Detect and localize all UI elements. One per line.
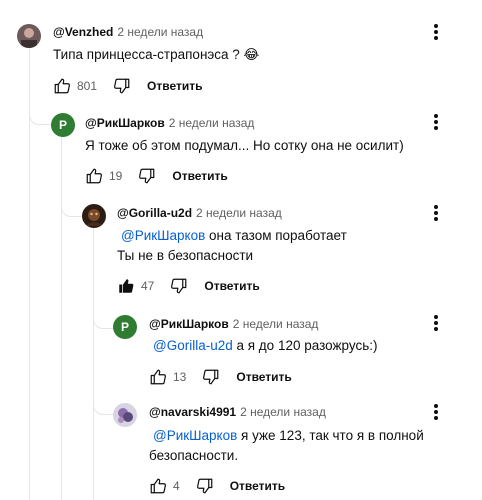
comment-text: @Gorilla-u2d а я до 120 разожрусь:) [153,336,378,356]
comment-author[interactable]: @РикШарков [149,317,229,331]
comment-time[interactable]: 2 недели назад [169,116,255,130]
comment-text-line: Типа принцесса-страпонэса ? 😂 [53,47,260,62]
reply-button[interactable]: Ответить [204,279,259,293]
reply-button[interactable]: Ответить [230,479,285,493]
thread-line [93,228,94,500]
like-count: 47 [141,279,155,293]
like-count: 13 [173,370,187,384]
user-avatar-photo-icon [113,403,137,427]
comment-text-line: Ты не в безопасности [117,248,254,263]
reply-button[interactable]: Ответить [172,169,227,183]
comment-time[interactable]: 2 недели назад [233,317,319,331]
avatar-letter: Р [58,118,67,132]
avatar[interactable]: Р [51,113,75,137]
thread-branch [93,312,114,329]
comment-text-line: безопасности. [149,448,239,463]
like-count: 19 [109,169,123,183]
reply-button[interactable]: Ответить [236,370,291,384]
avatar-letter: Р [120,320,129,334]
like-icon[interactable] [85,167,103,185]
like-icon[interactable] [53,77,71,95]
user-avatar-photo-icon [82,204,106,228]
comment-text-line: я уже 123, так что я в полной [237,428,424,443]
like-icon[interactable] [149,477,167,495]
comment-author[interactable]: @Gorilla-u2d [117,206,192,220]
mention-link[interactable]: @РикШарков [153,428,237,443]
more-options-icon[interactable] [430,314,442,332]
dislike-icon[interactable] [138,167,156,185]
thread-line [61,136,62,500]
dislike-icon[interactable] [196,477,214,495]
comment-text: Типа принцесса-страпонэса ? 😂 [53,45,259,65]
like-icon[interactable] [149,368,167,386]
avatar[interactable]: Р [113,315,137,339]
comment-time[interactable]: 2 недели назад [117,25,203,39]
mention-link[interactable]: @Gorilla-u2d [153,338,233,353]
like-count: 4 [173,479,180,493]
comment-time[interactable]: 2 недели назад [196,206,282,220]
avatar[interactable] [17,24,41,48]
like-count: 801 [77,79,98,93]
thread-branch [93,398,114,415]
avatar[interactable] [113,403,137,427]
reply-button[interactable]: Ответить [147,79,202,93]
more-options-icon[interactable] [430,113,442,131]
dislike-icon[interactable] [170,277,188,295]
comment-text-line: Я тоже об этом подумал... Но сотку она н… [85,138,404,153]
like-filled-icon[interactable] [117,277,135,295]
comment-text: @РикШарков я уже 123, так что я в полной… [149,426,424,466]
dislike-icon[interactable] [202,368,220,386]
comment-text-line: а я до 120 разожрусь:) [232,338,378,353]
more-options-icon[interactable] [430,403,442,421]
comment-author[interactable]: @РикШарков [85,116,165,130]
comment-text-line: она тазом поработает [205,228,347,243]
comment-text: @РикШарков она тазом поработает Ты не в … [117,226,347,266]
more-options-icon[interactable] [430,23,442,41]
comment-text: Я тоже об этом подумал... Но сотку она н… [85,136,404,156]
more-options-icon[interactable] [430,204,442,222]
dislike-icon[interactable] [113,77,131,95]
comment-author[interactable]: @navarski4991 [149,405,236,419]
avatar[interactable] [82,204,106,228]
comment-author[interactable]: @Venzhed [53,25,113,39]
user-avatar-photo-icon [17,24,41,48]
comment-time[interactable]: 2 недели назад [240,405,326,419]
mention-link[interactable]: @РикШарков [121,228,205,243]
